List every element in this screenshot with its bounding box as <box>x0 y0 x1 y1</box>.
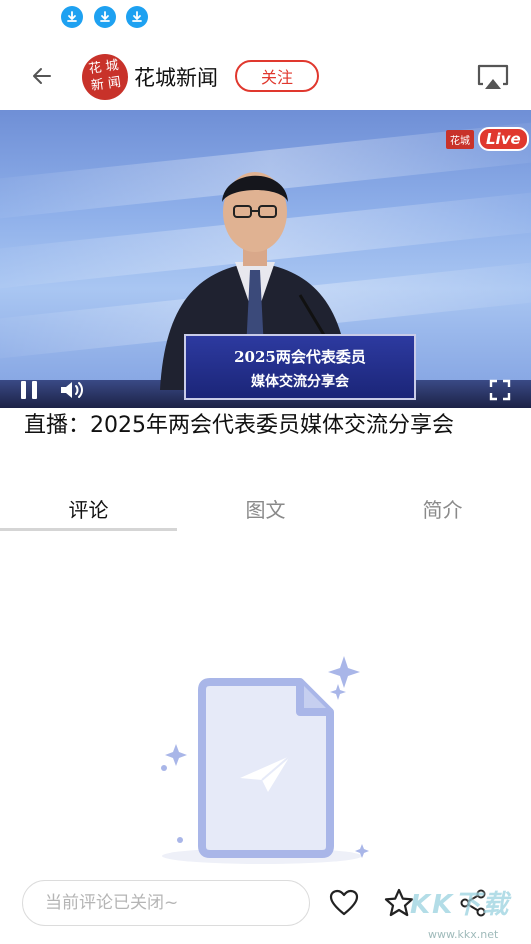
tab-articles[interactable]: 图文 <box>177 492 354 532</box>
empty-comments-illustration <box>161 656 369 864</box>
back-arrow-icon[interactable] <box>28 62 56 90</box>
page-title: 直播：2025年两会代表委员媒体交流分享会 <box>24 413 454 438</box>
watermark-logo: KK下载 <box>410 890 511 920</box>
fullscreen-icon[interactable] <box>488 378 512 402</box>
video-player[interactable]: 花城 Live 2025两会代表委员 媒体交流分享会 <box>0 110 531 408</box>
channel-logo[interactable]: 花 城 新 闻 <box>82 54 128 100</box>
tab-intro[interactable]: 简介 <box>354 492 531 532</box>
download-icon <box>61 6 83 28</box>
watermark-url: www.kkx.net <box>428 928 499 941</box>
follow-button[interactable]: 关注 <box>235 60 319 92</box>
live-badge: 花城 Live <box>446 126 529 152</box>
podium-sign: 2025两会代表委员 媒体交流分享会 <box>184 334 416 400</box>
comment-input[interactable] <box>22 880 310 926</box>
status-bar <box>0 0 531 36</box>
app-header: 花 城 新 闻 花城新闻 关注 <box>0 46 531 108</box>
download-icon <box>94 6 116 28</box>
tab-active-indicator <box>0 528 177 531</box>
tab-bar: 评论 图文 简介 <box>0 492 531 532</box>
volume-icon[interactable] <box>58 378 86 402</box>
pause-icon[interactable] <box>18 378 40 402</box>
channel-name[interactable]: 花城新闻 <box>134 62 218 92</box>
download-icon <box>126 6 148 28</box>
tab-comments[interactable]: 评论 <box>0 492 177 532</box>
bottom-bar: KK下载 www.kkx.net <box>0 870 531 944</box>
screen-cast-icon[interactable] <box>476 62 510 92</box>
like-icon[interactable] <box>329 888 359 918</box>
